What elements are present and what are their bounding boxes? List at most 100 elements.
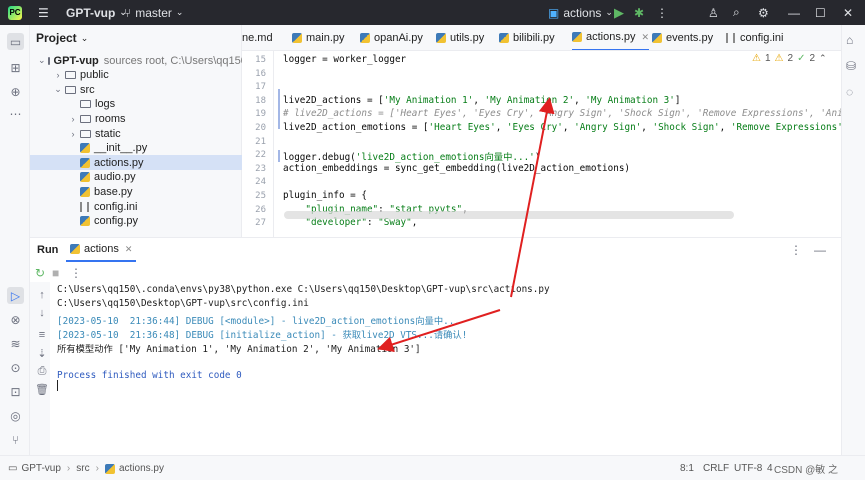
project-panel-header[interactable]: Project ⌄ xyxy=(36,31,88,45)
add-user-icon[interactable]: ♙ xyxy=(708,0,719,25)
indent-setting[interactable]: 4 xyxy=(767,456,773,481)
plus-icon[interactable]: ⊕ xyxy=(7,83,24,100)
trash-icon[interactable]: 🗑 xyxy=(35,382,49,396)
editor-tab[interactable]: main.py xyxy=(292,25,345,50)
line-number: 21 xyxy=(255,136,266,147)
editor-tab[interactable]: ne.md xyxy=(242,25,273,50)
chevron-right-icon[interactable]: › xyxy=(53,70,63,80)
arrow-up-icon[interactable]: ↑ xyxy=(35,288,49,302)
gear-icon[interactable]: ⚙ xyxy=(758,0,769,25)
horizontal-scrollbar[interactable] xyxy=(284,211,734,219)
more-icon[interactable]: ⋮ xyxy=(70,266,82,280)
line-number: 27 xyxy=(255,218,266,229)
tree-item[interactable]: › rooms xyxy=(30,111,242,126)
folder-icon xyxy=(80,114,91,123)
file-encoding[interactable]: UTF-8 xyxy=(734,456,762,481)
editor-tab[interactable]: bilibili.py xyxy=(499,25,555,50)
editor-tab-label: actions.py xyxy=(586,31,636,43)
caret-position[interactable]: 8:1 xyxy=(680,456,694,481)
tree-item[interactable]: config.py xyxy=(30,214,242,229)
chevron-down-icon: ⌄ xyxy=(80,32,89,43)
folder-icon xyxy=(47,56,50,65)
line-number: 24 xyxy=(255,177,266,188)
main-menu-icon[interactable]: ☰ xyxy=(38,0,49,25)
structure-icon[interactable]: ⊞ xyxy=(7,59,24,76)
editor-tab-label: utils.py xyxy=(450,32,485,44)
tree-item[interactable]: config.ini xyxy=(30,199,242,214)
chevron-right-icon[interactable]: › xyxy=(68,114,78,124)
project-widget[interactable]: GPT-vup ⌄ xyxy=(66,0,127,25)
code-line: live2D_actions = ['My Animation 1', 'My … xyxy=(283,94,681,106)
folder-icon[interactable]: ▭ xyxy=(7,33,24,50)
warning-icon: ⚠ xyxy=(752,53,761,64)
more-icon[interactable]: ⋮ xyxy=(790,243,802,257)
chevron-down-icon[interactable]: ⌄ xyxy=(38,55,46,66)
run-icon[interactable]: ▶ xyxy=(614,0,624,25)
text-cursor xyxy=(57,380,58,391)
run-tab-actions[interactable]: actions ✕ xyxy=(66,238,137,262)
problems-icon[interactable]: ⊙ xyxy=(7,359,24,376)
python-file-icon xyxy=(572,32,582,42)
git-icon[interactable]: ⑂ xyxy=(7,431,24,448)
tree-item[interactable]: ⌄ src xyxy=(30,82,242,97)
more-icon[interactable]: ⋯ xyxy=(7,105,24,122)
terminal-icon[interactable]: ⊡ xyxy=(7,383,24,400)
line-number: 22 xyxy=(255,150,266,161)
run-config-widget[interactable]: ▣ actions ⌄ xyxy=(548,0,613,25)
tree-item-label: logs xyxy=(95,98,116,111)
editor-tab[interactable]: config.ini xyxy=(726,25,783,50)
scroll-to-end-icon[interactable]: ⇣ xyxy=(35,346,49,360)
run-icon[interactable]: ▷ xyxy=(7,287,24,304)
python-file-icon xyxy=(104,463,115,474)
close-icon[interactable]: ✕ xyxy=(125,244,133,255)
editor-tab[interactable]: actions.py ✕ xyxy=(572,25,650,50)
notifications-icon[interactable]: ⌂ xyxy=(846,33,853,47)
layers-icon[interactable]: ≋ xyxy=(7,335,24,352)
arrow-down-icon[interactable]: ↓ xyxy=(35,306,49,320)
database-icon[interactable]: ⛁ xyxy=(846,59,856,73)
python-packages-icon[interactable]: ⊗ xyxy=(7,311,24,328)
branch-widget[interactable]: ⑂ master ⌄ xyxy=(124,0,183,25)
maximize-icon[interactable]: ☐ xyxy=(815,0,826,25)
tree-item[interactable]: logs xyxy=(30,97,242,112)
inspection-widget[interactable]: ⚠ 1 ⚠ 2 ✓ 2 ⌃ xyxy=(752,53,827,64)
tree-item-label: static xyxy=(95,127,121,140)
chevron-right-icon[interactable]: › xyxy=(68,129,78,139)
stop-icon[interactable]: ■ xyxy=(52,266,59,280)
crumb-folder[interactable]: src xyxy=(76,463,89,474)
minimize-icon[interactable]: — xyxy=(814,243,826,257)
run-side-toolbar: ↑ ↓ ≡ ⇣ ⎙ 🗑 xyxy=(30,282,50,476)
soft-wrap-icon[interactable]: ≡ xyxy=(35,328,49,342)
code-line: plugin_info = { xyxy=(283,190,367,201)
tree-item[interactable]: › static xyxy=(30,126,242,141)
editor-tab[interactable]: events.py xyxy=(652,25,713,50)
close-icon[interactable]: ✕ xyxy=(642,32,650,43)
crumb-file[interactable]: actions.py xyxy=(119,463,164,474)
line-number: 19 xyxy=(255,109,266,120)
code-editor[interactable]: 15 logger = worker_logger 16 17 18 live2D_act… xyxy=(242,51,841,237)
editor-tab[interactable]: opanAi.py xyxy=(360,25,423,50)
tree-item[interactable]: ⌄ GPT-vup sources root, C:\Users\qq150\Des… xyxy=(30,53,278,68)
search-icon[interactable]: ⌕ xyxy=(733,0,740,25)
close-icon[interactable]: ✕ xyxy=(843,0,853,25)
minimize-icon[interactable]: — xyxy=(788,0,800,25)
tree-item[interactable]: actions.py xyxy=(30,155,242,171)
tree-item[interactable]: base.py xyxy=(30,184,242,199)
debug-icon[interactable]: ✱ xyxy=(634,0,644,25)
copilot-icon[interactable]: ◌ xyxy=(846,85,853,99)
tree-item[interactable]: audio.py xyxy=(30,170,242,185)
run-toolbar: ↻ ■ ⋮ xyxy=(30,263,841,283)
chevron-down-icon[interactable]: ⌄ xyxy=(53,84,63,95)
crumb-project[interactable]: GPT-vup xyxy=(21,463,60,474)
tree-item-label: config.py xyxy=(94,215,139,228)
tree-item[interactable]: › public xyxy=(30,68,242,83)
line-separator[interactable]: CRLF xyxy=(703,456,729,481)
print-icon[interactable]: ⎙ xyxy=(35,364,49,378)
folder-icon: ▭ xyxy=(8,463,18,474)
editor-tab[interactable]: utils.py xyxy=(436,25,485,50)
more-icon[interactable]: ⋮ xyxy=(656,0,668,25)
rerun-icon[interactable]: ↻ xyxy=(35,266,45,280)
services-icon[interactable]: ◎ xyxy=(7,407,24,424)
tree-item-label: GPT-vup xyxy=(53,54,99,67)
tree-item[interactable]: __init__.py xyxy=(30,141,242,156)
